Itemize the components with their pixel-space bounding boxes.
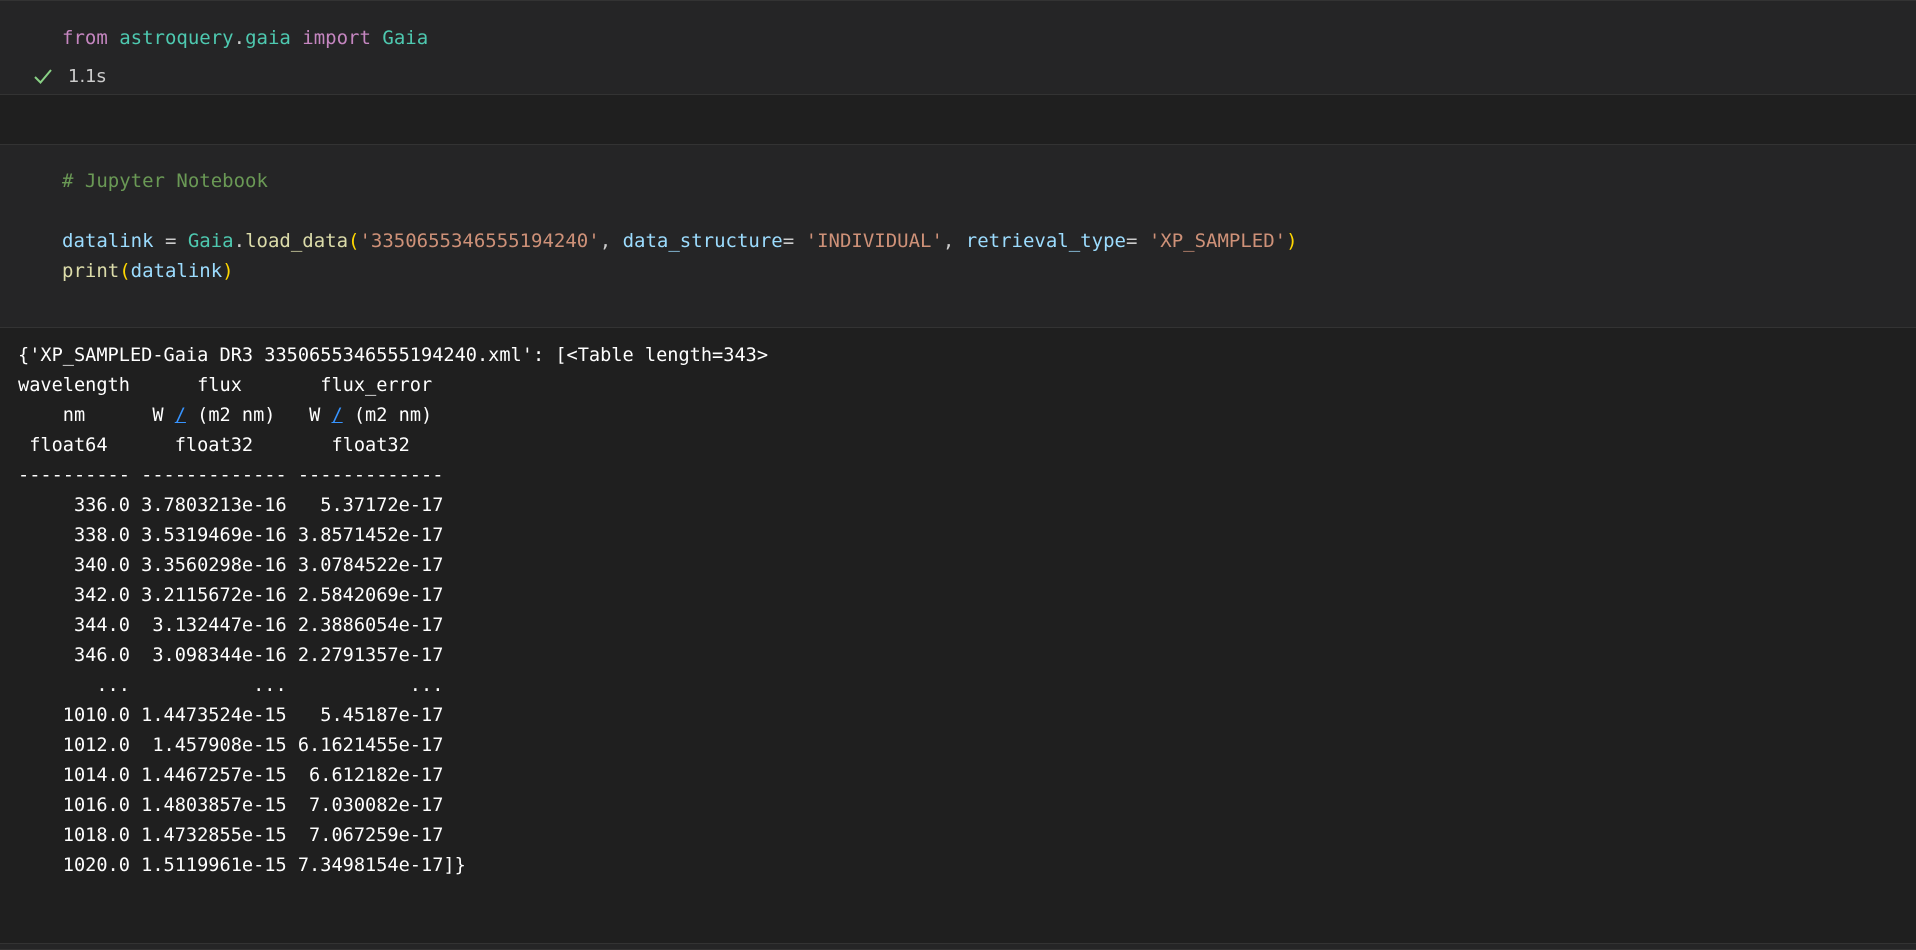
output-units: nm W / (m2 nm) W / (m2 nm) — [18, 401, 768, 431]
arg-source-id: '3350655346555194240' — [359, 230, 600, 252]
unit-text: nm W — [18, 405, 175, 426]
output-separator: ---------- ------------- ------------- — [18, 465, 444, 486]
submodule-name: gaia — [245, 27, 291, 49]
fn-print: print — [62, 260, 120, 282]
code-cell-load-data[interactable]: # Jupyter Notebook datalink = Gaia.load_… — [0, 144, 1916, 328]
code-cell-import[interactable]: from astroquery.gaia import Gaia 1.1s — [0, 0, 1916, 95]
output-header: {'XP_SAMPLED-Gaia DR3 335065534655519424… — [18, 345, 769, 366]
close-paren: ) — [1286, 230, 1298, 252]
unit-link[interactable]: / — [175, 405, 186, 426]
table-row: 1012.0 1.457908e-15 6.1621455e-17 — [18, 735, 444, 756]
value-retrieval-type: 'XP_SAMPLED' — [1148, 230, 1287, 252]
keyword-import: import — [302, 27, 371, 49]
table-row: 344.0 3.132447e-16 2.3886054e-17 — [18, 615, 444, 636]
execution-duration: 1.1s — [68, 65, 107, 87]
dot-operator: . — [233, 230, 246, 252]
comma: , — [942, 230, 966, 252]
unit-text: (m2 nm) W — [185, 405, 332, 426]
fn-load-data: load_data — [245, 230, 349, 252]
kwarg-retrieval-type: retrieval_type — [965, 230, 1126, 252]
table-row: 1020.0 1.5119961e-15 7.3498154e-17]} — [18, 855, 466, 876]
table-row: 342.0 3.2115672e-16 2.5842069e-17 — [18, 585, 444, 606]
kwarg-equals: = — [782, 230, 806, 252]
code-cell-next[interactable] — [0, 943, 1916, 950]
code-line-print[interactable]: print(datalink) — [62, 256, 234, 286]
table-row: 338.0 3.5319469e-16 3.8571452e-17 — [18, 525, 444, 546]
table-row-ellipsis: ... ... ... — [18, 675, 444, 696]
code-line-comment[interactable]: # Jupyter Notebook — [62, 166, 268, 196]
kwarg-equals: = — [1125, 230, 1149, 252]
imported-class: Gaia — [382, 27, 429, 49]
dot-operator: . — [233, 27, 246, 49]
open-paren: ( — [119, 260, 131, 282]
table-row: 1010.0 1.4473524e-15 5.45187e-17 — [18, 705, 444, 726]
var-datalink: datalink — [62, 230, 154, 252]
output-dtypes: float64 float32 float32 — [18, 435, 410, 456]
kwarg-data-structure: data_structure — [622, 230, 783, 252]
table-row: 1014.0 1.4467257e-15 6.612182e-17 — [18, 765, 444, 786]
module-name: astroquery — [119, 27, 234, 49]
checkmark-icon — [32, 65, 54, 87]
unit-link[interactable]: / — [331, 405, 342, 426]
output-column-names: wavelength flux flux_error — [18, 375, 433, 396]
table-row: 340.0 3.3560298e-16 3.0784522e-17 — [18, 555, 444, 576]
table-row: 336.0 3.7803213e-16 5.37172e-17 — [18, 495, 444, 516]
code-line-load-data[interactable]: datalink = Gaia.load_data('3350655346555… — [62, 226, 1298, 256]
table-row: 1016.0 1.4803857e-15 7.030082e-17 — [18, 795, 444, 816]
comma: , — [599, 230, 623, 252]
cell-output: {'XP_SAMPLED-Gaia DR3 335065534655519424… — [18, 341, 768, 881]
code-line-import[interactable]: from astroquery.gaia import Gaia — [62, 23, 428, 53]
keyword-from: from — [62, 27, 108, 49]
arg-datalink: datalink — [130, 260, 223, 282]
value-data-structure: 'INDIVIDUAL' — [805, 230, 943, 252]
table-row: 1018.0 1.4732855e-15 7.067259e-17 — [18, 825, 444, 846]
comment-text: # Jupyter Notebook — [62, 170, 268, 192]
execution-status: 1.1s — [32, 61, 106, 91]
open-paren: ( — [348, 230, 360, 252]
assign-operator: = — [153, 230, 188, 252]
table-row: 346.0 3.098344e-16 2.2791357e-17 — [18, 645, 444, 666]
class-gaia: Gaia — [187, 230, 234, 252]
unit-text: (m2 nm) — [342, 405, 433, 426]
close-paren: ) — [222, 260, 234, 282]
